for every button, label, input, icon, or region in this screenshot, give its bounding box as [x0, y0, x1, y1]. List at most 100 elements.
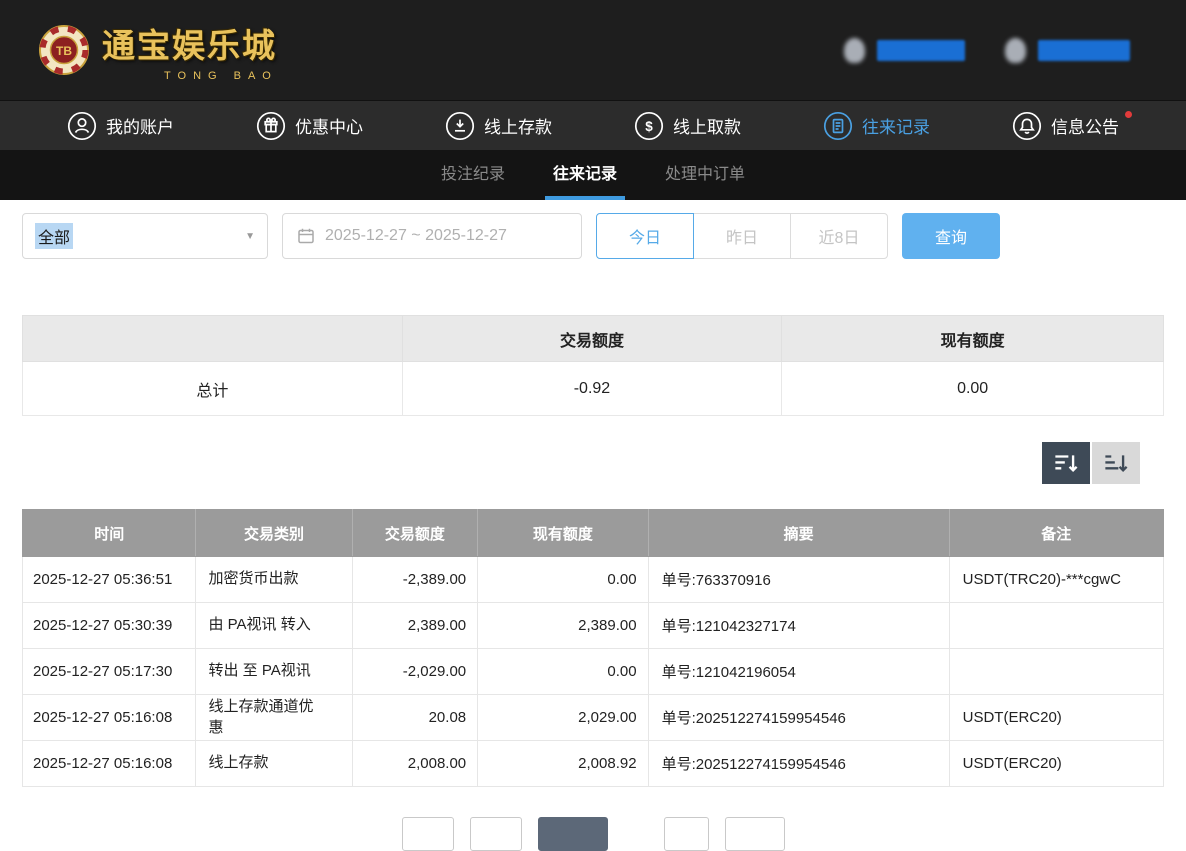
cell-time: 2025-12-27 05:16:08 [23, 741, 196, 787]
pagination-button[interactable] [664, 817, 709, 851]
pagination-button[interactable] [470, 817, 522, 851]
redacted-balance [1038, 40, 1130, 61]
cell-type: 转出 至 PA视讯 [196, 649, 352, 695]
nav-item-promotions[interactable]: 优惠中心 [256, 111, 363, 141]
col-header-time: 时间 [23, 510, 196, 557]
yesterday-button[interactable]: 昨日 [693, 213, 791, 259]
chevron-down-icon: ▼ [245, 231, 255, 242]
user-info [844, 38, 965, 63]
gift-icon [256, 111, 286, 141]
cell-remark [949, 603, 1163, 649]
cell-time: 2025-12-27 05:36:51 [23, 557, 196, 603]
nav-label: 信息公告 [1051, 113, 1119, 138]
cell-summary: 单号:202512274159954546 [648, 695, 949, 741]
summary-table: 交易额度 现有额度 总计 -0.92 0.00 [22, 315, 1164, 416]
cell-type: 线上存款 [196, 741, 352, 787]
cell-current-amount: 0.00 [478, 557, 648, 603]
nav-label: 优惠中心 [295, 113, 363, 138]
summary-header-trade: 交易额度 [402, 316, 782, 362]
brand-logo[interactable]: TB 通宝娱乐城 TONG BAO [38, 19, 278, 82]
col-header-summary: 摘要 [648, 510, 949, 557]
cell-remark: USDT(ERC20) [949, 695, 1163, 741]
brand-name-cn: 通宝娱乐城 [102, 19, 278, 67]
pagination-button-current[interactable] [538, 817, 608, 851]
col-header-trade-amount: 交易额度 [352, 510, 478, 557]
cell-summary: 单号:121042196054 [648, 649, 949, 695]
today-button[interactable]: 今日 [596, 213, 694, 259]
cell-time: 2025-12-27 05:17:30 [23, 649, 196, 695]
deposit-icon [445, 111, 475, 141]
svg-text:$: $ [645, 119, 653, 134]
pagination [0, 817, 1186, 851]
date-range-input[interactable]: 2025-12-27 ~ 2025-12-27 [282, 213, 582, 259]
cell-trade-amount: -2,029.00 [352, 649, 478, 695]
summary-header-current: 现有额度 [782, 316, 1164, 362]
notification-dot [1125, 111, 1132, 118]
cell-current-amount: 2,008.92 [478, 741, 648, 787]
records-table: 时间 交易类别 交易额度 现有额度 摘要 备注 2025-12-27 05:36… [22, 509, 1164, 787]
cell-remark: USDT(TRC20)-***cgwC [949, 557, 1163, 603]
summary-section: 交易额度 现有额度 总计 -0.92 0.00 [22, 315, 1164, 416]
nav-label: 我的账户 [106, 113, 174, 138]
nav-label: 线上存款 [484, 113, 552, 138]
cell-type: 线上存款通道优惠 [196, 695, 352, 741]
cell-trade-amount: 2,008.00 [352, 741, 478, 787]
top-header: TB 通宝娱乐城 TONG BAO [0, 0, 1186, 100]
search-button[interactable]: 查询 [902, 213, 1000, 259]
table-row: 2025-12-27 05:36:51 加密货币出款 -2,389.00 0.0… [23, 557, 1164, 603]
records-section: 时间 交易类别 交易额度 现有额度 摘要 备注 2025-12-27 05:36… [22, 509, 1164, 787]
sort-descending-button[interactable] [1042, 442, 1090, 484]
cell-time: 2025-12-27 05:30:39 [23, 603, 196, 649]
nav-item-announcements[interactable]: 信息公告 [1012, 111, 1119, 141]
nav-item-deposit[interactable]: 线上存款 [445, 111, 552, 141]
summary-total-label: 总计 [23, 362, 403, 416]
svg-text:TB: TB [56, 44, 72, 58]
table-row: 2025-12-27 05:16:08 线上存款通道优惠 20.08 2,029… [23, 695, 1164, 741]
cell-current-amount: 2,029.00 [478, 695, 648, 741]
withdraw-icon: $ [634, 111, 664, 141]
last8days-button[interactable]: 近8日 [790, 213, 888, 259]
summary-current-amount: 0.00 [782, 362, 1164, 416]
quick-date-group: 今日 昨日 近8日 [596, 213, 888, 259]
table-row: 2025-12-27 05:30:39 由 PA视讯 转入 2,389.00 2… [23, 603, 1164, 649]
pagination-button[interactable] [402, 817, 454, 851]
cell-summary: 单号:121042327174 [648, 603, 949, 649]
cell-type: 加密货币出款 [196, 557, 352, 603]
nav-item-my-account[interactable]: 我的账户 [67, 111, 174, 141]
casino-chip-icon: TB [38, 24, 90, 76]
tab-transaction-records[interactable]: 往来记录 [553, 150, 617, 200]
user-avatar-icon [844, 38, 865, 63]
cell-remark [949, 649, 1163, 695]
tab-bet-records[interactable]: 投注纪录 [441, 150, 505, 200]
type-select-value: 全部 [35, 223, 73, 249]
cell-trade-amount: -2,389.00 [352, 557, 478, 603]
cell-time: 2025-12-27 05:16:08 [23, 695, 196, 741]
sub-nav: 投注纪录 往来记录 处理中订单 [0, 150, 1186, 200]
nav-item-withdraw[interactable]: $ 线上取款 [634, 111, 741, 141]
sort-ascending-icon [1103, 451, 1129, 475]
nav-label: 线上取款 [673, 113, 741, 138]
cell-current-amount: 2,389.00 [478, 603, 648, 649]
nav-item-records[interactable]: 往来记录 [823, 111, 930, 141]
calendar-icon [297, 227, 315, 245]
pagination-button[interactable] [725, 817, 785, 851]
cell-current-amount: 0.00 [478, 649, 648, 695]
cell-type: 由 PA视讯 转入 [196, 603, 352, 649]
sort-ascending-button[interactable] [1092, 442, 1140, 484]
date-range-value: 2025-12-27 ~ 2025-12-27 [325, 227, 507, 245]
balance-info [1005, 38, 1130, 63]
col-header-type: 交易类别 [196, 510, 352, 557]
cell-summary: 单号:763370916 [648, 557, 949, 603]
table-row: 2025-12-27 05:17:30 转出 至 PA视讯 -2,029.00 … [23, 649, 1164, 695]
summary-trade-amount: -0.92 [402, 362, 782, 416]
tab-pending-orders[interactable]: 处理中订单 [665, 150, 745, 200]
table-row: 2025-12-27 05:16:08 线上存款 2,008.00 2,008.… [23, 741, 1164, 787]
account-info-area [844, 38, 1130, 63]
cell-summary: 单号:202512274159954546 [648, 741, 949, 787]
user-icon [67, 111, 97, 141]
wallet-avatar-icon [1005, 38, 1026, 63]
table-header-row: 时间 交易类别 交易额度 现有额度 摘要 备注 [23, 510, 1164, 557]
col-header-remark: 备注 [949, 510, 1163, 557]
brand-name-en: TONG BAO [102, 70, 278, 82]
type-select[interactable]: 全部 ▼ [22, 213, 268, 259]
